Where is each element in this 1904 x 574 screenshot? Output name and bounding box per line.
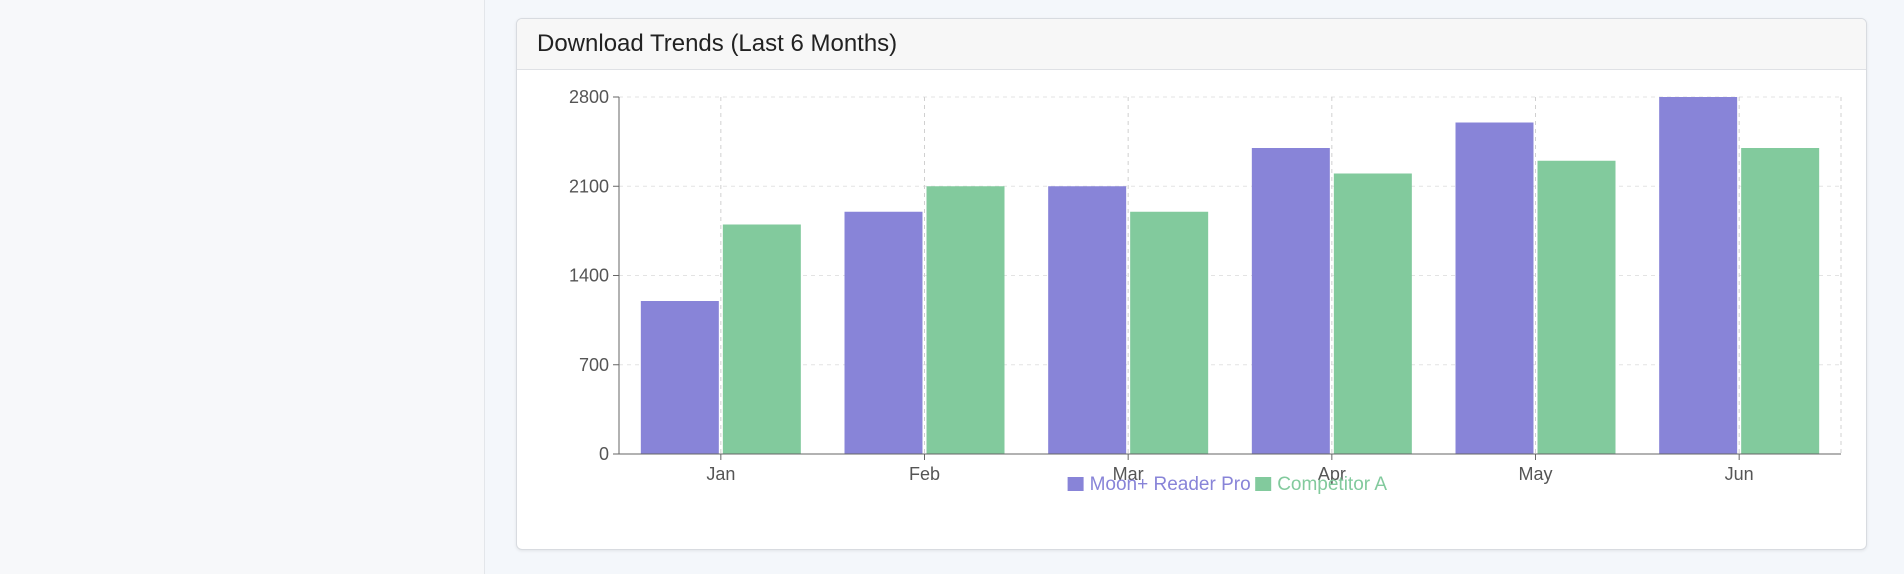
x-tick-label: May (1518, 464, 1552, 484)
legend-swatch (1255, 477, 1272, 491)
bar-series-1 (1659, 97, 1738, 454)
y-tick-label: 700 (579, 355, 609, 375)
bar-series-1 (1251, 148, 1330, 454)
bar-series-1 (1048, 186, 1127, 454)
bar-series-2 (1333, 173, 1412, 454)
sidebar-panel (0, 0, 485, 574)
card-title: Download Trends (Last 6 Months) (537, 30, 898, 57)
legend-label: Competitor A (1277, 474, 1387, 495)
bar-series-2 (1741, 148, 1820, 454)
bar-series-1 (640, 301, 719, 454)
y-tick-label: 1400 (569, 266, 609, 286)
x-tick-label: Jan (706, 464, 735, 484)
bar-series-2 (1130, 211, 1209, 454)
bar-series-2 (722, 224, 801, 454)
x-tick-label: Jun (1725, 464, 1754, 484)
bar-series-1 (844, 211, 923, 454)
y-tick-label: 2800 (569, 87, 609, 107)
legend-swatch (1067, 477, 1084, 491)
bar-series-2 (1537, 160, 1616, 454)
legend-label: Moon+ Reader Pro (1090, 474, 1251, 495)
chart-card: Download Trends (Last 6 Months) 0 700 1400… (516, 18, 1867, 550)
x-tick-label: Feb (909, 464, 940, 484)
bar-chart: 0700140021002800Jan Feb Mar Apr May JunMoon+ … (569, 87, 1842, 495)
card-body: 0 700 1400 2100 2800 Jan Feb Mar Apr May Jun Moon+ … (517, 70, 1866, 549)
card-header: Download Trends (Last 6 Months) (517, 19, 1866, 70)
y-tick-label: 2100 (569, 176, 609, 196)
y-tick-label: 0 (599, 444, 609, 464)
bar-series-2 (926, 186, 1005, 454)
bar-series-1 (1455, 122, 1534, 454)
